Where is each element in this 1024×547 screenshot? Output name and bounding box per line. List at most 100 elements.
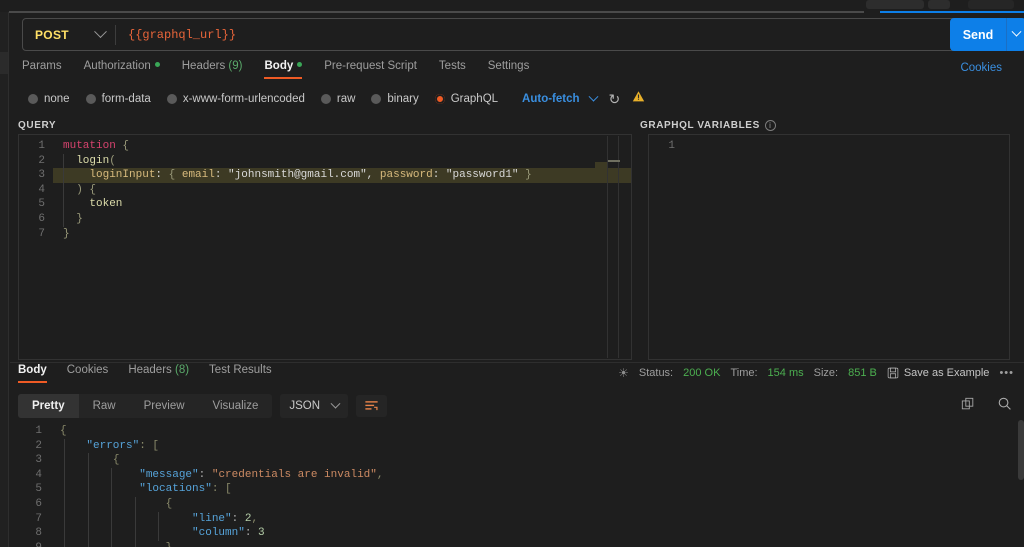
request-url-bar: POST {{graphql_url}} <box>22 18 974 51</box>
time-label: Time: <box>730 367 758 379</box>
request-tab-pre-request-script[interactable]: Pre-request Script <box>324 60 417 79</box>
auto-fetch-button[interactable]: Auto-fetch <box>522 93 580 105</box>
response-tab-test-results[interactable]: Test Results <box>209 364 272 383</box>
response-body-viewer[interactable]: 123456789 { "errors": [ { "message": "cr… <box>10 420 1024 547</box>
http-method-dropdown[interactable]: POST <box>23 19 115 50</box>
line-number: 1 <box>35 425 42 437</box>
chevron-down-icon[interactable] <box>588 91 598 102</box>
code-line[interactable]: "errors": [ <box>50 438 1024 454</box>
response-more-button[interactable]: ••• <box>999 367 1014 379</box>
body-type-raw[interactable]: raw <box>320 93 356 105</box>
request-tab-label: Body <box>264 60 294 72</box>
body-type-form-data[interactable]: form-data <box>85 93 151 105</box>
code-line[interactable]: { <box>50 424 1024 439</box>
request-tab-tests[interactable]: Tests <box>439 60 466 79</box>
time-value: 154 ms <box>767 367 804 379</box>
request-tab-authorization[interactable]: Authorization <box>84 60 160 79</box>
code-line[interactable]: "locations": [ <box>50 482 1024 497</box>
code-line[interactable]: { <box>50 453 1024 468</box>
line-number: 3 <box>38 169 45 182</box>
code-line[interactable]: } <box>53 227 631 242</box>
send-button[interactable]: Send <box>950 18 1006 51</box>
radio-indicator <box>371 94 382 104</box>
radio-indicator <box>434 94 445 104</box>
graphql-query-editor[interactable]: 1234567 mutation { login( loginInput: { … <box>18 134 632 360</box>
chevron-down-icon <box>94 25 107 39</box>
response-tab-cookies[interactable]: Cookies <box>67 364 109 383</box>
warning-triangle-icon[interactable] <box>632 90 645 108</box>
minimap-thumb[interactable] <box>608 160 620 162</box>
modified-dot-icon <box>297 62 303 67</box>
line-number: 3 <box>35 454 42 467</box>
code-line[interactable]: "column": 3 <box>50 526 1024 541</box>
minimap-highlight <box>595 162 607 176</box>
line-number: 6 <box>35 497 42 510</box>
request-tab-body[interactable]: Body <box>264 60 303 79</box>
send-options-button[interactable] <box>1006 18 1024 51</box>
search-icon <box>998 397 1011 410</box>
globe-icon: ☀ <box>618 366 629 380</box>
info-icon[interactable]: i <box>764 120 776 131</box>
request-tab-count: (9) <box>228 60 243 72</box>
copy-button[interactable] <box>961 397 975 416</box>
query-code-area[interactable]: mutation { login( loginInput: { email: "… <box>53 139 631 241</box>
code-line[interactable]: } <box>53 211 631 227</box>
code-line[interactable]: "line": 2, <box>50 511 1024 527</box>
code-line[interactable]: mutation { <box>53 139 631 154</box>
response-action-icons <box>961 396 1012 416</box>
graphql-variables-editor[interactable]: 1 <box>648 134 1010 360</box>
request-tab-bar: Params Authorization Headers (9) Body Pre-re… <box>22 60 529 84</box>
save-as-example-label: Save as Example <box>903 367 990 379</box>
line-number: 7 <box>35 512 42 525</box>
view-mode-visualize[interactable]: Visualize <box>199 394 273 418</box>
body-type-label: GraphQL <box>450 93 499 105</box>
request-tab-settings[interactable]: Settings <box>488 60 530 79</box>
code-line[interactable]: login( <box>53 153 631 169</box>
minimap-strip <box>607 136 620 358</box>
request-tab-headers[interactable]: Headers (9) <box>182 60 243 79</box>
response-tab-label: Cookies <box>66 364 109 376</box>
response-code-area[interactable]: { "errors": [ { "message": "credentials … <box>50 424 1024 547</box>
body-type-x-www-form-urlencoded[interactable]: x-www-form-urlencoded <box>166 93 305 105</box>
response-toolbar: Pretty Raw Preview Visualize JSON <box>18 394 388 418</box>
body-type-graphql[interactable]: GraphQL <box>434 93 499 105</box>
window-chrome-strip <box>0 0 1024 13</box>
code-line[interactable]: "message": "credentials are invalid", <box>50 467 1024 483</box>
response-tab-label: Test Results <box>209 364 272 376</box>
code-line[interactable] <box>683 139 1009 154</box>
copy-icon <box>961 397 974 409</box>
response-tab-headers[interactable]: Headers (8) <box>128 364 189 383</box>
view-mode-pretty[interactable]: Pretty <box>18 394 79 418</box>
line-number: 4 <box>38 183 45 196</box>
code-line[interactable]: loginInput: { email: "johnsmith@gmail.co… <box>53 168 631 183</box>
variables-code-area[interactable] <box>683 139 1009 154</box>
search-button[interactable] <box>997 396 1012 416</box>
body-type-radio-row: none form-data x-www-form-urlencoded raw bin… <box>28 90 645 108</box>
request-tab-label: Params <box>22 60 62 72</box>
code-line[interactable]: { <box>50 496 1024 512</box>
body-type-binary[interactable]: binary <box>371 93 419 105</box>
code-line[interactable]: } <box>50 540 1024 547</box>
query-minimap[interactable] <box>595 136 620 358</box>
view-mode-raw[interactable]: Raw <box>79 394 130 418</box>
refresh-icon[interactable]: ↻ <box>609 92 621 106</box>
wrap-lines-button[interactable] <box>356 395 388 417</box>
response-tab-body[interactable]: Body <box>18 364 47 383</box>
body-type-none[interactable]: none <box>28 93 70 105</box>
request-tab-params[interactable]: Params <box>22 60 62 79</box>
code-line[interactable]: token <box>53 197 631 212</box>
response-scrollbar[interactable] <box>1018 420 1024 480</box>
request-tab-label: Headers <box>181 60 226 72</box>
save-as-example-button[interactable]: Save as Example <box>887 367 990 379</box>
request-url-input[interactable]: {{graphql_url}} <box>116 19 973 50</box>
chrome-underline-tab <box>9 11 864 13</box>
radio-indicator <box>85 94 96 104</box>
code-line[interactable]: ) { <box>53 182 631 198</box>
line-number: 2 <box>35 439 42 452</box>
chevron-down-icon <box>1011 26 1022 37</box>
request-tab-label: Settings <box>487 60 530 72</box>
response-format-dropdown[interactable]: JSON <box>280 394 349 418</box>
view-mode-preview[interactable]: Preview <box>130 394 199 418</box>
cookies-link[interactable]: Cookies <box>960 62 1002 74</box>
body-type-label: raw <box>336 93 356 105</box>
